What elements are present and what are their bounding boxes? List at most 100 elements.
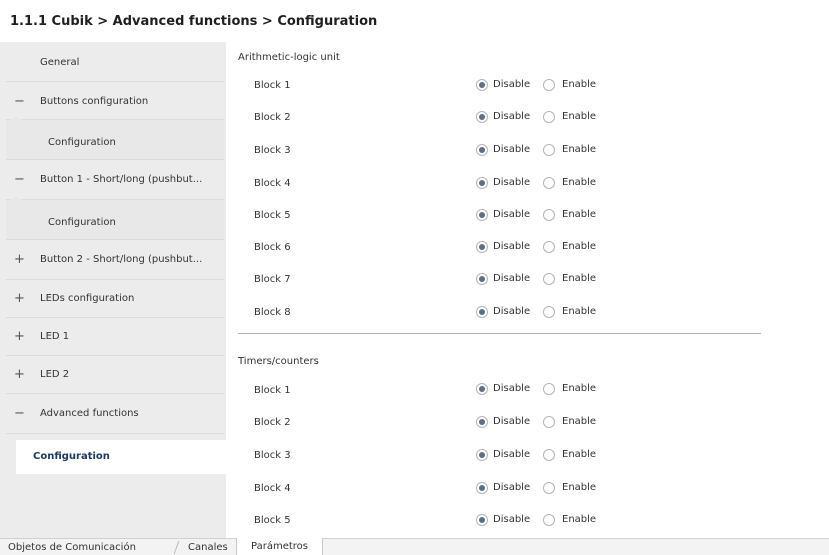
sidebar-item-label: Configuration: [48, 217, 116, 228]
sidebar-item-buttons-configuration[interactable]: − Buttons configuration: [6, 82, 224, 120]
disable-radio[interactable]: [476, 383, 488, 395]
disable-radio[interactable]: [476, 209, 488, 221]
tab-separator: [173, 541, 180, 554]
enable-radio[interactable]: [543, 79, 555, 91]
radio-label: Enable: [562, 144, 597, 155]
radio-label: Enable: [562, 416, 597, 427]
disable-radio[interactable]: [476, 79, 488, 91]
disable-radio[interactable]: [476, 482, 488, 494]
radio-label: Enable: [562, 241, 597, 252]
tab-channels[interactable]: Canales: [188, 542, 228, 553]
sidebar-item-label: Buttons configuration: [40, 96, 149, 107]
radio-label: Enable: [562, 273, 597, 284]
expand-icon[interactable]: +: [14, 329, 25, 344]
collapse-icon[interactable]: −: [14, 406, 25, 421]
radio-label: Enable: [562, 177, 597, 188]
radio-label: Enable: [562, 79, 597, 90]
expand-icon[interactable]: +: [14, 291, 25, 306]
sidebar-item-button-1-config[interactable]: Configuration: [6, 195, 224, 240]
radio-label: Disable: [493, 383, 531, 394]
tab-communication-objects[interactable]: Objetos de Comunicación: [8, 542, 136, 553]
enable-radio[interactable]: [543, 144, 555, 156]
sidebar: General − Buttons configuration Configur…: [0, 42, 226, 538]
enable-radio[interactable]: [543, 177, 555, 189]
sidebar-item-advanced-config[interactable]: Configuration: [16, 440, 226, 474]
row-label: Block 1: [254, 80, 291, 91]
sidebar-item-label: General: [40, 57, 80, 68]
disable-radio[interactable]: [476, 144, 488, 156]
enable-radio[interactable]: [543, 416, 555, 428]
row-label: Block 7: [254, 274, 291, 285]
collapse-icon[interactable]: −: [14, 172, 25, 187]
row-label: Block 5: [254, 515, 291, 526]
radio-label: Disable: [493, 273, 531, 284]
tab-parameters[interactable]: Parámetros: [236, 538, 323, 555]
sidebar-item-general[interactable]: General: [6, 42, 224, 82]
disable-radio[interactable]: [476, 273, 488, 285]
sidebar-item-label: Configuration: [33, 451, 110, 462]
row-label: Block 6: [254, 242, 291, 253]
tree-notch-icon: [10, 195, 22, 200]
section-divider: [238, 333, 761, 334]
radio-label: Enable: [562, 482, 597, 493]
row-label: Block 2: [254, 417, 291, 428]
enable-radio[interactable]: [543, 209, 555, 221]
disable-radio[interactable]: [476, 241, 488, 253]
radio-label: Disable: [493, 416, 531, 427]
sidebar-item-label: Advanced functions: [40, 408, 139, 419]
disable-radio[interactable]: [476, 111, 488, 123]
radio-label: Disable: [493, 79, 531, 90]
disable-radio[interactable]: [476, 306, 488, 318]
enable-radio[interactable]: [543, 449, 555, 461]
breadcrumb: 1.1.1 Cubik > Advanced functions > Confi…: [10, 14, 378, 29]
parameters-panel: Arithmetic-logic unit Block 1 Disable En…: [226, 42, 829, 538]
sidebar-item-advanced-functions[interactable]: − Advanced functions: [6, 394, 224, 434]
radio-label: Enable: [562, 449, 597, 460]
sidebar-item-led-1[interactable]: + LED 1: [6, 318, 224, 356]
sidebar-item-button-2[interactable]: + Button 2 - Short/long (pushbut...: [6, 240, 224, 280]
radio-label: Disable: [493, 514, 531, 525]
radio-label: Disable: [493, 306, 531, 317]
sidebar-item-led-2[interactable]: + LED 2: [6, 356, 224, 394]
enable-radio[interactable]: [543, 306, 555, 318]
enable-radio[interactable]: [543, 241, 555, 253]
expand-icon[interactable]: +: [14, 367, 25, 382]
section-title: Arithmetic-logic unit: [238, 52, 340, 63]
sidebar-item-leds-configuration[interactable]: + LEDs configuration: [6, 280, 224, 318]
radio-label: Disable: [493, 482, 531, 493]
row-label: Block 8: [254, 307, 291, 318]
radio-label: Enable: [562, 306, 597, 317]
enable-radio[interactable]: [543, 514, 555, 526]
disable-radio[interactable]: [476, 416, 488, 428]
row-label: Block 3: [254, 450, 291, 461]
radio-label: Disable: [493, 177, 531, 188]
radio-label: Enable: [562, 111, 597, 122]
collapse-icon[interactable]: −: [14, 94, 25, 109]
bottom-tab-bar: Objetos de Comunicación Canales Parámetr…: [0, 538, 829, 555]
disable-radio[interactable]: [476, 177, 488, 189]
radio-label: Enable: [562, 514, 597, 525]
radio-label: Enable: [562, 383, 597, 394]
radio-label: Disable: [493, 449, 531, 460]
enable-radio[interactable]: [543, 482, 555, 494]
radio-label: Disable: [493, 209, 531, 220]
sidebar-item-label: Button 1 - Short/long (pushbut...: [40, 174, 203, 185]
row-label: Block 5: [254, 210, 291, 221]
sidebar-item-label: Configuration: [48, 137, 116, 148]
enable-radio[interactable]: [543, 383, 555, 395]
radio-label: Disable: [493, 144, 531, 155]
expand-icon[interactable]: +: [14, 252, 25, 267]
section-title: Timers/counters: [238, 356, 319, 367]
sidebar-item-label: LEDs configuration: [40, 293, 135, 304]
row-label: Block 1: [254, 385, 291, 396]
disable-radio[interactable]: [476, 514, 488, 526]
sidebar-item-buttons-config[interactable]: Configuration: [6, 115, 224, 160]
radio-label: Disable: [493, 241, 531, 252]
enable-radio[interactable]: [543, 111, 555, 123]
disable-radio[interactable]: [476, 449, 488, 461]
sidebar-item-label: LED 1: [40, 331, 70, 342]
row-label: Block 4: [254, 178, 291, 189]
enable-radio[interactable]: [543, 273, 555, 285]
sidebar-item-button-1[interactable]: − Button 1 - Short/long (pushbut...: [6, 160, 224, 200]
title-bar: 1.1.1 Cubik > Advanced functions > Confi…: [0, 0, 829, 40]
